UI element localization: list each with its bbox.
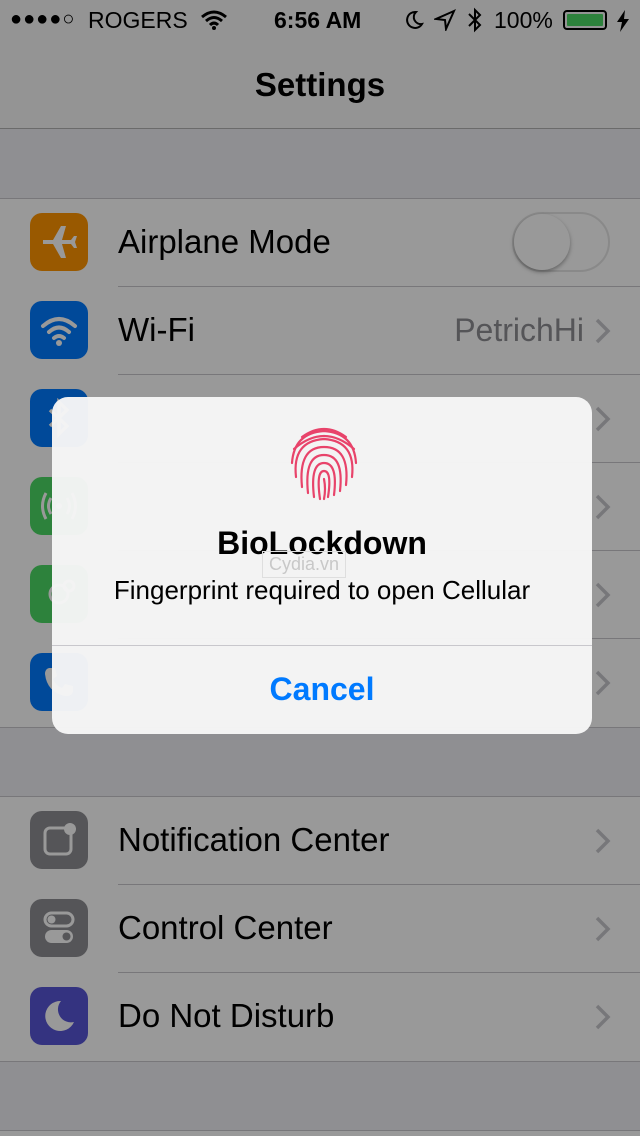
- biolockdown-alert: BioLockdown Cydia.vn Fingerprint require…: [52, 397, 592, 734]
- watermark: Cydia.vn: [262, 551, 347, 578]
- alert-message: Fingerprint required to open Cellular: [113, 575, 531, 605]
- cancel-button[interactable]: Cancel: [52, 646, 592, 734]
- fingerprint-icon: [290, 427, 358, 501]
